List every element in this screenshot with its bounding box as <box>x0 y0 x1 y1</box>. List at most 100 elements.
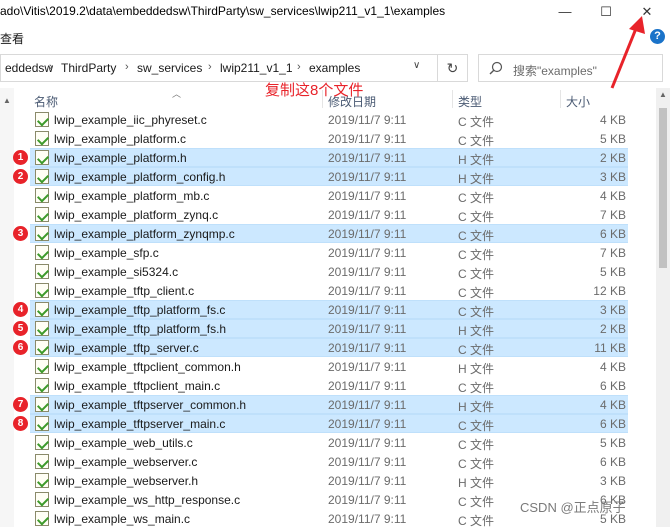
annotation-text: 复制这8个文件 <box>265 82 364 99</box>
refresh-button[interactable]: ↻ <box>437 55 467 81</box>
minimize-button[interactable]: — <box>550 0 580 24</box>
number-badge: 4 <box>13 302 28 317</box>
file-name: lwip_example_platform_zynq.c <box>54 208 219 222</box>
file-row[interactable]: lwip_example_si5324.c 2019/11/7 9:11 C 文件 5… <box>0 262 656 281</box>
file-date: 2019/11/7 9:11 <box>328 474 407 488</box>
file-date: 2019/11/7 9:11 <box>328 132 407 146</box>
number-badge: 1 <box>13 150 28 165</box>
menu-view[interactable]: 查看 <box>0 30 24 47</box>
number-badge: 3 <box>13 226 28 241</box>
maximize-button[interactable]: ☐ <box>591 0 621 24</box>
file-date: 2019/11/7 9:11 <box>328 436 407 450</box>
file-date: 2019/11/7 9:11 <box>328 455 407 469</box>
file-date: 2019/11/7 9:11 <box>328 227 407 241</box>
file-row[interactable]: lwip_example_webserver.c 2019/11/7 9:11 C … <box>0 452 656 471</box>
source-file-icon <box>35 245 49 260</box>
source-file-icon <box>35 169 49 184</box>
breadcrumb-separator[interactable]: › <box>208 61 212 73</box>
file-row[interactable]: lwip_example_iic_phyreset.c 2019/11/7 9:1… <box>0 110 656 129</box>
breadcrumb-separator[interactable]: › <box>49 61 53 73</box>
search-icon <box>489 61 503 75</box>
help-icon[interactable]: ? <box>650 29 665 44</box>
file-row[interactable]: 6 lwip_example_tftp_server.c 2019/11/7 9:1… <box>0 338 656 357</box>
watermark-text: CSDN @正点原子 <box>520 500 626 515</box>
file-row[interactable]: 7 lwip_example_tftpserver_common.h 2019/11… <box>0 395 656 414</box>
sort-ascending-icon: ︿ <box>172 89 182 99</box>
file-name: lwip_example_tftpclient_main.c <box>54 379 221 393</box>
file-size: 3 KB <box>599 474 626 488</box>
file-row[interactable]: 1 lwip_example_platform.h 2019/11/7 9:11 H … <box>0 148 656 167</box>
column-header-size[interactable]: 大小 <box>566 93 590 110</box>
search-input[interactable]: 搜索"examples" <box>478 54 663 82</box>
column-divider[interactable] <box>560 90 561 108</box>
scroll-up-arrow-icon[interactable]: ▲ <box>656 90 670 102</box>
number-badge: 8 <box>13 416 28 431</box>
source-file-icon <box>35 188 49 203</box>
file-row[interactable]: 4 lwip_example_tftp_platform_fs.c 2019/11/… <box>0 300 656 319</box>
address-bar[interactable]: eddedsw › ThirdParty › sw_services › lwi… <box>0 54 468 82</box>
close-button[interactable]: ✕ <box>632 0 662 24</box>
source-file-icon <box>35 511 49 526</box>
file-type: C 文件 <box>458 229 495 243</box>
breadcrumb-item[interactable]: lwip211_v1_1 <box>220 61 293 75</box>
file-type: C 文件 <box>458 134 495 148</box>
vertical-scrollbar[interactable]: ▲ <box>656 88 670 527</box>
file-row[interactable]: 2 lwip_example_platform_config.h 2019/11/7… <box>0 167 656 186</box>
source-file-icon <box>35 131 49 146</box>
file-date: 2019/11/7 9:11 <box>328 322 407 336</box>
source-file-icon <box>35 264 49 279</box>
file-row[interactable]: lwip_example_tftpclient_main.c 2019/11/7 … <box>0 376 656 395</box>
file-name: lwip_example_webserver.h <box>54 474 199 488</box>
title-bar: ado\Vitis\2019.2\data\embeddedsw\ThirdPa… <box>0 0 670 24</box>
column-header-name[interactable]: 名称 <box>34 93 58 110</box>
file-date: 2019/11/7 9:11 <box>328 189 407 203</box>
file-date: 2019/11/7 9:11 <box>328 341 407 355</box>
file-name: lwip_example_tftpserver_common.h <box>54 398 247 412</box>
file-date: 2019/11/7 9:11 <box>328 417 407 431</box>
chevron-down-icon[interactable]: ∨ <box>413 60 420 71</box>
breadcrumb-item[interactable]: eddedsw <box>5 61 53 75</box>
file-name: lwip_example_tftp_platform_fs.h <box>54 322 227 336</box>
file-size: 6 KB <box>599 455 626 469</box>
file-name: lwip_example_platform_zynqmp.c <box>54 227 235 241</box>
breadcrumb-separator[interactable]: › <box>297 61 301 73</box>
column-divider[interactable] <box>452 90 453 108</box>
file-date: 2019/11/7 9:11 <box>328 284 407 298</box>
file-row[interactable]: lwip_example_tftpclient_common.h 2019/11/… <box>0 357 656 376</box>
file-row[interactable]: lwip_example_platform_zynq.c 2019/11/7 9:… <box>0 205 656 224</box>
breadcrumb-item[interactable]: examples <box>309 61 360 75</box>
file-name: lwip_example_si5324.c <box>54 265 179 279</box>
file-type: C 文件 <box>458 381 495 395</box>
file-row[interactable]: 3 lwip_example_platform_zynqmp.c 2019/11/7… <box>0 224 656 243</box>
breadcrumb-item[interactable]: sw_services <box>137 61 202 75</box>
file-size: 6 KB <box>599 417 626 431</box>
breadcrumb-item[interactable]: ThirdParty <box>61 61 116 75</box>
file-row[interactable]: lwip_example_platform_mb.c 2019/11/7 9:11… <box>0 186 656 205</box>
file-row[interactable]: lwip_example_tftp_client.c 2019/11/7 9:11… <box>0 281 656 300</box>
file-row[interactable]: 8 lwip_example_tftpserver_main.c 2019/11/7… <box>0 414 656 433</box>
file-type: C 文件 <box>458 286 495 300</box>
file-date: 2019/11/7 9:11 <box>328 113 407 127</box>
file-name: lwip_example_platform_mb.c <box>54 189 210 203</box>
file-type: C 文件 <box>458 495 495 509</box>
source-file-icon <box>35 454 49 469</box>
search-placeholder: 搜索"examples" <box>513 64 597 78</box>
source-file-icon <box>35 492 49 507</box>
file-size: 2 KB <box>599 322 626 336</box>
file-name: lwip_example_tftpserver_main.c <box>54 417 226 431</box>
column-header-type[interactable]: 类型 <box>458 93 482 110</box>
file-row[interactable]: lwip_example_platform.c 2019/11/7 9:11 C 文… <box>0 129 656 148</box>
breadcrumb-separator[interactable]: › <box>125 61 129 73</box>
file-size: 4 KB <box>599 113 626 127</box>
file-type: C 文件 <box>458 514 495 527</box>
file-row[interactable]: lwip_example_webserver.h 2019/11/7 9:11 H … <box>0 471 656 490</box>
file-date: 2019/11/7 9:11 <box>328 303 407 317</box>
file-row[interactable]: 5 lwip_example_tftp_platform_fs.h 2019/11/… <box>0 319 656 338</box>
file-type: C 文件 <box>458 248 495 262</box>
file-size: 11 KB <box>594 341 626 355</box>
file-row[interactable]: lwip_example_sfp.c 2019/11/7 9:11 C 文件 7 KB <box>0 243 656 262</box>
file-row[interactable]: lwip_example_web_utils.c 2019/11/7 9:11 C … <box>0 433 656 452</box>
file-name: lwip_example_platform_config.h <box>54 170 226 184</box>
file-size: 3 KB <box>599 170 626 184</box>
scrollbar-thumb[interactable] <box>659 108 667 268</box>
